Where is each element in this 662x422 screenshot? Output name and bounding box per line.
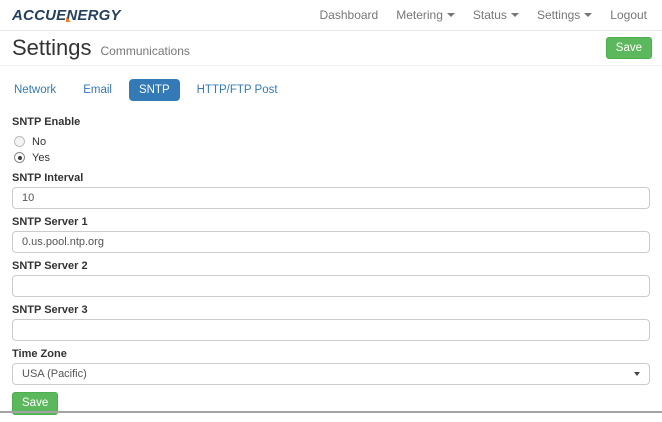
tab-email[interactable]: Email	[73, 79, 122, 101]
select-caret-icon	[634, 372, 640, 376]
time-zone-selected-value: USA (Pacific)	[22, 368, 87, 380]
radio-option-yes[interactable]: Yes	[12, 150, 650, 165]
sntp-enable-group: SNTP Enable No Yes	[12, 116, 650, 165]
nav-item-label: Dashboard	[320, 8, 379, 22]
accuenergy-logo[interactable]: ACCUENERGY	[12, 7, 121, 24]
radio-label: No	[32, 136, 46, 148]
radio-label: Yes	[32, 152, 50, 164]
caret-down-icon	[584, 13, 592, 17]
sntp-server2-input[interactable]	[12, 275, 650, 297]
nav-item-label: Metering	[396, 8, 443, 22]
sntp-server2-group: SNTP Server 2	[12, 260, 650, 297]
page-title: Settings	[12, 35, 92, 61]
radio-option-no[interactable]: No	[12, 134, 650, 149]
radio-icon-selected[interactable]	[14, 152, 25, 163]
tab-http-ftp-post[interactable]: HTTP/FTP Post	[187, 79, 288, 101]
nav-links: Dashboard Metering Status Settings Logou…	[320, 8, 648, 22]
nav-item-metering[interactable]: Metering	[396, 8, 455, 22]
nav-item-label: Status	[473, 8, 507, 22]
save-button-top[interactable]: Save	[606, 37, 652, 60]
footer-divider	[0, 411, 662, 413]
sntp-enable-radios: No Yes	[12, 134, 650, 165]
sntp-server3-label: SNTP Server 3	[12, 304, 650, 316]
tab-network[interactable]: Network	[4, 79, 66, 101]
logo-text-right: ERGY	[77, 7, 120, 24]
logo-accent-letter: N	[66, 7, 77, 24]
sntp-server1-group: SNTP Server 1	[12, 216, 650, 253]
top-navbar: ACCUENERGY Dashboard Metering Status Set…	[0, 0, 662, 31]
settings-page: ACCUENERGY Dashboard Metering Status Set…	[0, 0, 662, 422]
nav-item-label: Settings	[537, 8, 580, 22]
page-header: Settings Communications Save	[0, 31, 662, 66]
sntp-form: SNTP Enable No Yes SNTP Interval SNTP Se…	[0, 116, 662, 415]
sntp-server1-label: SNTP Server 1	[12, 216, 650, 228]
caret-down-icon	[511, 13, 519, 17]
nav-item-status[interactable]: Status	[473, 8, 519, 22]
sntp-server1-input[interactable]	[12, 231, 650, 253]
time-zone-select[interactable]: USA (Pacific)	[12, 363, 650, 385]
sntp-interval-input[interactable]	[12, 187, 650, 209]
nav-item-settings[interactable]: Settings	[537, 8, 592, 22]
logo-text-left: ACCUE	[12, 7, 66, 24]
sntp-interval-label: SNTP Interval	[12, 172, 650, 184]
time-zone-group: Time Zone USA (Pacific)	[12, 348, 650, 385]
time-zone-label: Time Zone	[12, 348, 650, 360]
radio-icon-unselected[interactable]	[14, 136, 25, 147]
sntp-server3-group: SNTP Server 3	[12, 304, 650, 341]
sntp-interval-group: SNTP Interval	[12, 172, 650, 209]
sntp-server3-input[interactable]	[12, 319, 650, 341]
caret-down-icon	[447, 13, 455, 17]
tab-sntp[interactable]: SNTP	[129, 79, 180, 101]
nav-item-dashboard[interactable]: Dashboard	[320, 8, 379, 22]
page-subtitle: Communications	[101, 44, 190, 58]
nav-item-logout[interactable]: Logout	[610, 8, 647, 22]
sntp-enable-label: SNTP Enable	[12, 116, 650, 128]
nav-item-label: Logout	[610, 8, 647, 22]
sntp-server2-label: SNTP Server 2	[12, 260, 650, 272]
communications-tabs: Network Email SNTP HTTP/FTP Post	[0, 66, 662, 101]
